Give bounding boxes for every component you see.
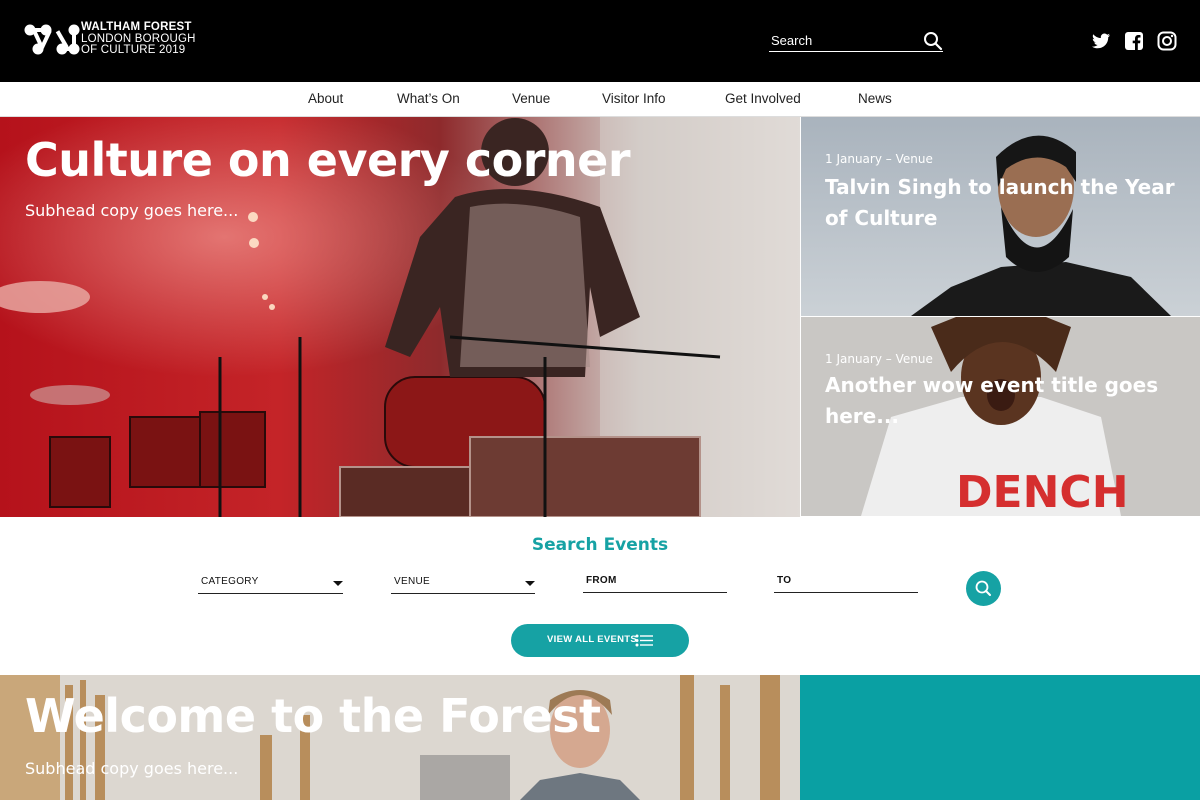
search-events-button[interactable] [966,571,1001,606]
category-select-label: CATEGORY [201,576,259,587]
chevron-down-icon [525,581,535,586]
nav-item-visitor-info[interactable]: Visitor Info [602,91,666,106]
view-all-events-button[interactable]: VIEW ALL EVENTS [511,624,689,657]
facebook-icon[interactable] [1124,31,1144,51]
from-date-label: FROM [586,575,617,586]
welcome-title: Welcome to the Forest [25,689,601,743]
logo-icon[interactable] [24,22,80,58]
search-icon[interactable] [923,31,943,51]
brand-wordmark[interactable]: WALTHAM FOREST LONDON BOROUGH OF CULTURE… [81,21,196,57]
hero-subtitle: Subhead copy goes here... [25,201,239,220]
teal-feature-panel [800,675,1200,800]
nav-item-about[interactable]: About [308,91,343,106]
nav-item-news[interactable]: News [858,91,892,106]
hero-title: Culture on every corner [25,133,631,187]
svg-text:DENCH: DENCH [956,467,1129,516]
search-icon [975,580,991,596]
brand-line-1: WALTHAM FOREST [81,21,192,33]
from-date-field[interactable]: FROM [583,574,727,593]
instagram-icon[interactable] [1157,31,1177,51]
main-nav: About What’s On Venue Visitor Info Get I… [0,82,1200,117]
category-select[interactable]: CATEGORY [198,575,343,594]
header-search [769,30,943,52]
welcome-banner[interactable]: Welcome to the Forest Subhead copy goes … [0,675,800,800]
view-all-events-label: VIEW ALL EVENTS [547,634,638,645]
event-card-date-venue: 1 January – Venue [825,352,933,366]
twitter-icon[interactable] [1091,31,1111,51]
nav-item-venue[interactable]: Venue [512,91,550,106]
venue-select[interactable]: VENUE [391,575,535,594]
event-card[interactable]: DENCH 1 January – Venue Another wow even… [801,317,1200,516]
list-icon [635,634,653,647]
hero-banner[interactable]: Culture on every corner Subhead copy goe… [0,117,800,517]
brand-line-3: OF CULTURE 2019 [81,44,186,56]
to-date-label: TO [777,575,792,586]
search-events-title: Search Events [531,535,669,555]
search-input[interactable] [769,30,919,51]
welcome-subtitle: Subhead copy goes here... [25,759,239,778]
event-card-title: Another wow event title goes here... [825,373,1159,428]
event-card-title: Talvin Singh to launch the Year of Cultu… [825,175,1175,230]
site-header: WALTHAM FOREST LONDON BOROUGH OF CULTURE… [0,0,1200,82]
to-date-field[interactable]: TO [774,574,918,593]
event-card[interactable]: 1 January – Venue Talvin Singh to launch… [801,117,1200,316]
nav-item-whats-on[interactable]: What’s On [397,91,460,106]
nav-item-get-involved[interactable]: Get Involved [725,91,801,106]
chevron-down-icon [333,581,343,586]
venue-select-label: VENUE [394,576,430,587]
event-card-date-venue: 1 January – Venue [825,152,933,166]
